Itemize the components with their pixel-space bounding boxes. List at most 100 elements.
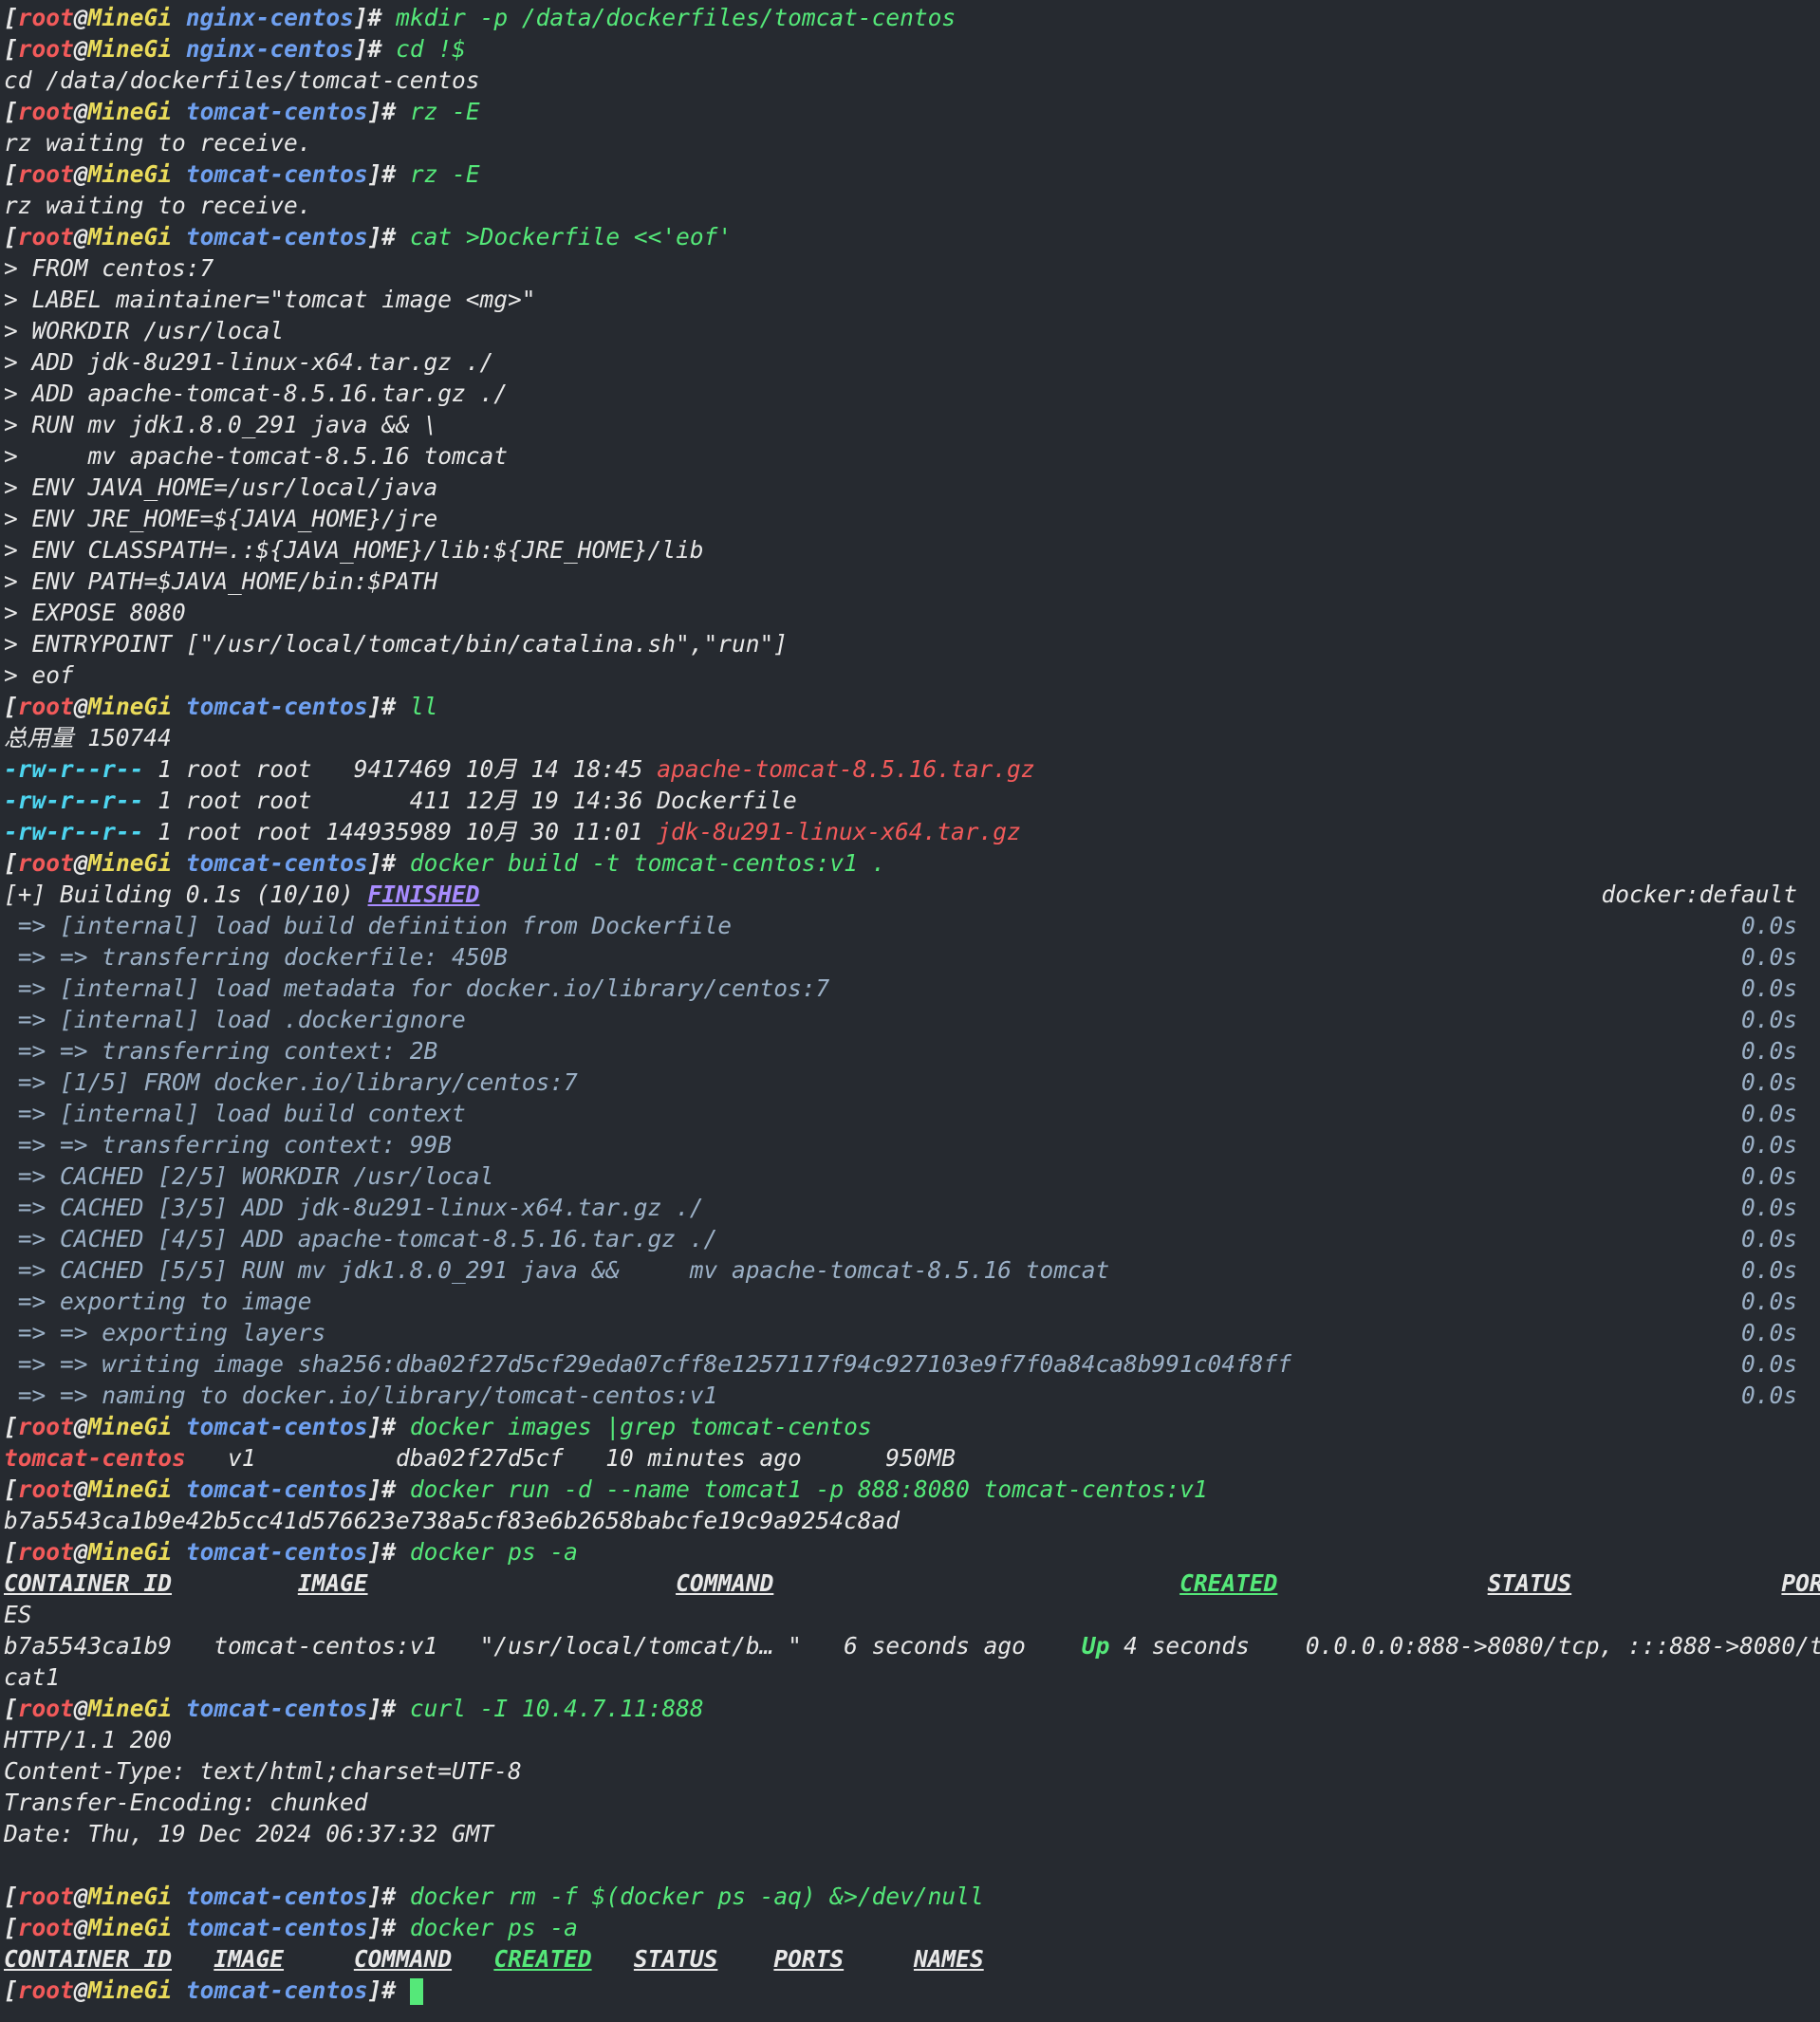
output-text: > WORKDIR /usr/local [4, 317, 285, 344]
output-text: rz waiting to receive. [4, 129, 312, 157]
prompt-symbol: ]# [367, 1914, 410, 1941]
terminal-line: [root@MineGi tomcat-centos]# docker imag… [4, 1411, 1820, 1442]
build-context: docker:default [1601, 881, 1797, 908]
terminal-line: > ENV JRE_HOME=${JAVA_HOME}/jre [4, 503, 1820, 534]
prompt-symbol: ]# [367, 1538, 410, 1566]
ps-column-gap [592, 1945, 634, 1973]
file-meta: 1 root root 144935989 10月 30 11:01 [143, 818, 658, 845]
build-step: => => exporting layers [4, 1319, 326, 1346]
build-step-time: 0.0s [1740, 1288, 1797, 1315]
output-text: > ADD apache-tomcat-8.5.16.tar.gz ./ [4, 380, 509, 407]
terminal-line: b7a5543ca1b9 tomcat-centos:v1 "/usr/loca… [4, 1630, 1820, 1661]
build-step-time: 0.0s [1740, 1350, 1797, 1378]
terminal-line: [root@MineGi tomcat-centos]# ll [4, 691, 1820, 722]
ps-column-gap [1026, 1632, 1082, 1660]
terminal-line: [root@MineGi tomcat-centos]# docker rm -… [4, 1881, 1820, 1912]
build-step-time: 0.0s [1740, 1382, 1797, 1409]
prompt-at: @ [73, 223, 88, 250]
terminal-line: HTTP/1.1 200 [4, 1724, 1820, 1755]
output-text: > ENV CLASSPATH=.:${JAVA_HOME}/lib:${JRE… [4, 536, 704, 564]
prompt-host: MineGi [87, 98, 173, 125]
ps-column-gap [844, 1945, 914, 1973]
prompt-at: @ [73, 1475, 88, 1503]
build-step-time: 0.0s [1740, 943, 1797, 971]
terminal-line: => [internal] load .dockerignore 0.0s [4, 1004, 1820, 1035]
terminal-line: [root@MineGi tomcat-centos]# docker ps -… [4, 1536, 1820, 1568]
terminal-cursor[interactable] [409, 1978, 423, 2005]
command-text: mkdir -p /data/dockerfiles/tomcat-centos [396, 4, 956, 31]
prompt-cwd: nginx-centos [185, 4, 354, 31]
image-repo: tomcat-centos [4, 1444, 186, 1472]
prompt-symbol: ]# [367, 223, 410, 250]
ps-column-header: STATUS [633, 1945, 718, 1973]
prompt-at: @ [73, 1914, 88, 1941]
output-text: cd /data/dockerfiles/tomcat-centos [4, 66, 480, 94]
terminal-line: [root@MineGi nginx-centos]# mkdir -p /da… [4, 2, 1820, 33]
ps-column-gap [172, 1632, 214, 1660]
prompt-user: root [17, 1475, 74, 1503]
ps-column-gap [368, 1569, 677, 1597]
prompt-symbol: ]# [367, 1976, 410, 2004]
file-meta: 1 root root 9417469 10月 14 18:45 [143, 755, 658, 783]
command-text: curl -I 10.4.7.11:888 [409, 1695, 704, 1722]
build-step: => [internal] load build context [4, 1100, 466, 1127]
command-text: rz -E [409, 98, 480, 125]
build-step-time: 0.0s [1740, 1162, 1797, 1190]
output-text: Transfer-Encoding: chunked [4, 1789, 368, 1816]
output-text: > ENV JAVA_HOME=/usr/local/java [4, 473, 438, 501]
prompt-user: root [17, 1695, 74, 1722]
terminal-line: CONTAINER ID IMAGE COMMAND CREATED STATU… [4, 1943, 1820, 1975]
build-step: => exporting to image [4, 1288, 312, 1315]
prompt-bracket: [ [4, 98, 18, 125]
prompt-cwd: tomcat-centos [185, 1883, 368, 1910]
terminal-line: > LABEL maintainer="tomcat image <mg>" [4, 284, 1820, 315]
terminal-line: => CACHED [3/5] ADD jdk-8u291-linux-x64.… [4, 1192, 1820, 1223]
command-text: docker ps -a [409, 1538, 578, 1566]
terminal-line: > ENTRYPOINT ["/usr/local/tomcat/bin/cat… [4, 628, 1820, 659]
terminal-line: [root@MineGi tomcat-centos]# cat >Docker… [4, 221, 1820, 252]
prompt-host: MineGi [87, 1475, 173, 1503]
terminal-line: [root@MineGi tomcat-centos]# rz -E [4, 96, 1820, 127]
ps-column-gap [802, 1632, 844, 1660]
prompt-user: root [17, 1538, 74, 1566]
terminal-line: => => transferring context: 2B 0.0s [4, 1035, 1820, 1067]
terminal-line: > ADD apache-tomcat-8.5.16.tar.gz ./ [4, 378, 1820, 409]
terminal-window[interactable]: [root@MineGi nginx-centos]# mkdir -p /da… [0, 0, 1820, 2022]
output-text: > mv apache-tomcat-8.5.16 tomcat [4, 442, 509, 470]
command-text: cd !$ [396, 35, 466, 63]
prompt-cwd: tomcat-centos [185, 1976, 368, 2004]
terminal-line: > WORKDIR /usr/local [4, 315, 1820, 346]
prompt-cwd: nginx-centos [185, 35, 354, 63]
prompt-host: MineGi [87, 1413, 173, 1440]
output-text: rz waiting to receive. [4, 192, 312, 219]
image-details: v1 dba02f27d5cf 10 minutes ago 950MB [185, 1444, 956, 1472]
terminal-line: cat1 [4, 1661, 1820, 1693]
prompt-user: root [17, 98, 74, 125]
terminal-line: rz waiting to receive. [4, 190, 1820, 221]
terminal-line: [root@MineGi tomcat-centos]# [4, 1975, 1820, 2006]
output-text: > ENV PATH=$JAVA_HOME/bin:$PATH [4, 567, 438, 595]
terminal-line: => => exporting layers 0.0s [4, 1317, 1820, 1348]
build-status: FINISHED [367, 881, 480, 908]
build-step-time: 0.0s [1740, 974, 1797, 1002]
prompt-at: @ [73, 1538, 88, 1566]
prompt-at: @ [73, 1695, 88, 1722]
prompt-host: MineGi [87, 4, 173, 31]
build-step: => => naming to docker.io/library/tomcat… [4, 1382, 718, 1409]
build-step: => [1/5] FROM docker.io/library/centos:7 [4, 1068, 578, 1096]
output-text: HTTP/1.1 200 [4, 1726, 173, 1753]
prompt-user: root [17, 1976, 74, 2004]
build-step: => CACHED [5/5] RUN mv jdk1.8.0_291 java… [4, 1256, 1110, 1284]
command-text: docker images |grep tomcat-centos [409, 1413, 872, 1440]
prompt-host: MineGi [87, 693, 173, 720]
ps-column-header: CONTAINER ID [4, 1569, 173, 1597]
terminal-line: => [1/5] FROM docker.io/library/centos:7… [4, 1067, 1820, 1098]
ps-column-gap [452, 1945, 493, 1973]
prompt-cwd: tomcat-centos [185, 1413, 368, 1440]
